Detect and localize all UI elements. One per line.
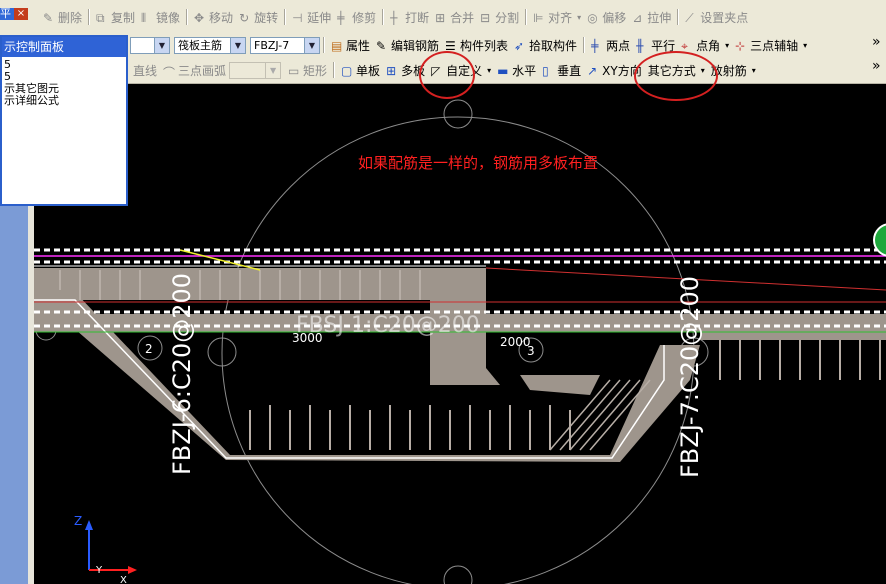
trim-icon: ╪: [337, 11, 345, 25]
list-icon: ☰: [445, 39, 456, 53]
align-icon: ⊫: [533, 11, 544, 25]
rotate-icon: ↻: [239, 11, 250, 25]
close-icon[interactable]: ×: [14, 8, 28, 20]
display-control-panel: 示控制面板 5 5 示其它图元 示详细公式: [0, 35, 128, 206]
multi-slab-icon: ⊞: [386, 64, 397, 78]
set-grip-button[interactable]: ⟋ 设置夹点: [682, 7, 751, 27]
annotation-text: 如果配筋是一样的，钢筋用多板布置: [358, 154, 599, 172]
edit-rebar-icon: ✎: [376, 39, 387, 53]
two-points-button[interactable]: ╪ 两点: [588, 35, 633, 55]
ucs-y-label: Y: [95, 565, 103, 576]
rebar-label-right[interactable]: FBZJ-7:C20@200: [676, 276, 704, 478]
parallel-icon: ╫: [636, 39, 644, 53]
three-point-aux-button[interactable]: ⊹ 三点辅轴 ▾: [732, 35, 810, 55]
rotate-button[interactable]: ↻ 旋转: [236, 7, 281, 27]
rebar-label-left[interactable]: FBZJ-6:C20@200: [168, 273, 196, 475]
mirror-button[interactable]: ⫴ 镜像: [138, 7, 183, 27]
edit-toolbar: ✎ 删除 ⧉ 复制 ⫴ 镜像 ✥ 移动 ↻ 旋转 ⊣ 延伸 ╪ 修剪 ┼ 打断 ⊞ 合并 ⊟ 分割 …: [0, 0, 886, 34]
delete-button[interactable]: ✎ 删除: [40, 7, 85, 27]
line-button[interactable]: 直线: [130, 60, 160, 80]
stretch-icon: ⊿: [632, 11, 643, 25]
toolbar2-overflow-button[interactable]: »: [872, 34, 881, 50]
single-slab-button[interactable]: ▢ 单板: [338, 60, 383, 80]
merge-button[interactable]: ⊞ 合并: [432, 7, 477, 27]
pick-component-button[interactable]: ➶ 拾取构件: [511, 35, 580, 55]
break-icon: ┼: [390, 11, 398, 25]
rect-button[interactable]: ▭ 矩形: [285, 60, 330, 80]
axis-number-2: 2: [145, 342, 153, 356]
horizontal-icon: ▬: [497, 64, 509, 78]
horizontal-button[interactable]: ▬ 水平: [494, 60, 539, 80]
rebar-label-center[interactable]: FBSJ-1:C20@200: [296, 313, 480, 338]
break-button[interactable]: ┼ 打断: [387, 7, 432, 27]
panel-item[interactable]: 5: [4, 59, 59, 71]
edit-rebar-button[interactable]: ✎ 编辑钢筋: [373, 35, 442, 55]
two-points-icon: ╪: [591, 39, 599, 53]
split-button[interactable]: ⊟ 分割: [477, 7, 522, 27]
xy-direction-icon: ↗: [587, 64, 598, 78]
copy-icon: ⧉: [96, 11, 105, 25]
panel-item-list: 5 5 示其它图元 示详细公式: [4, 59, 59, 107]
arc-icon: ⌒: [163, 66, 176, 80]
offset-icon: ◎: [587, 11, 598, 25]
rebar-name-select[interactable]: FBZJ-7 ▼: [250, 36, 320, 54]
floor-select[interactable]: ▼: [130, 36, 170, 54]
eraser-icon: ✎: [43, 11, 54, 25]
window-title-tab[interactable]: 平 ×: [0, 8, 28, 20]
ucs-x-label: X: [120, 575, 127, 584]
arc-button[interactable]: ⌒ 三点画弧: [160, 60, 229, 81]
trim-button[interactable]: ╪ 修剪: [334, 7, 379, 27]
three-point-icon: ⊹: [735, 39, 746, 53]
properties-button[interactable]: ▤ 属性: [328, 35, 373, 55]
move-icon: ✥: [194, 11, 205, 25]
rect-icon: ▭: [288, 64, 300, 78]
panel-title[interactable]: 示控制面板: [2, 37, 126, 57]
single-slab-icon: ▢: [341, 64, 353, 78]
move-button[interactable]: ✥ 移动: [191, 7, 236, 27]
pick-icon: ➶: [514, 39, 525, 53]
panel-item[interactable]: 示详细公式: [4, 95, 59, 107]
vertical-icon: ▯: [542, 64, 549, 78]
highlight-circle-multi-slab: [419, 51, 475, 99]
mirror-icon: ⫴: [141, 11, 147, 25]
extend-icon: ⊣: [292, 11, 303, 25]
dimension-left: 3000: [292, 331, 323, 345]
split-icon: ⊟: [480, 11, 491, 25]
ucs-z-label: Z: [74, 514, 82, 528]
offset-button[interactable]: ◎ 偏移: [584, 7, 629, 27]
left-dock-strip: [0, 206, 28, 584]
point-angle-icon: ⌖: [681, 39, 688, 53]
copy-button[interactable]: ⧉ 复制: [93, 7, 138, 27]
arc-option-select[interactable]: ▼: [229, 61, 282, 79]
highlight-circle-xy-direction: [634, 51, 718, 101]
axis-number-3: 3: [527, 344, 535, 358]
align-button[interactable]: ⊫ 对齐 ▾: [530, 7, 584, 27]
grip-icon: ⟋: [685, 11, 694, 25]
toolbar3-overflow-button[interactable]: »: [872, 58, 881, 74]
dimension-right: 2000: [500, 335, 531, 349]
rebar-type-select[interactable]: 筏板主筋 ▼: [174, 36, 246, 54]
stretch-button[interactable]: ⊿ 拉伸: [629, 7, 674, 27]
merge-icon: ⊞: [435, 11, 446, 25]
extend-button[interactable]: ⊣ 延伸: [289, 7, 334, 27]
properties-icon: ▤: [331, 39, 343, 53]
vertical-button[interactable]: ▯ 垂直: [539, 60, 584, 80]
